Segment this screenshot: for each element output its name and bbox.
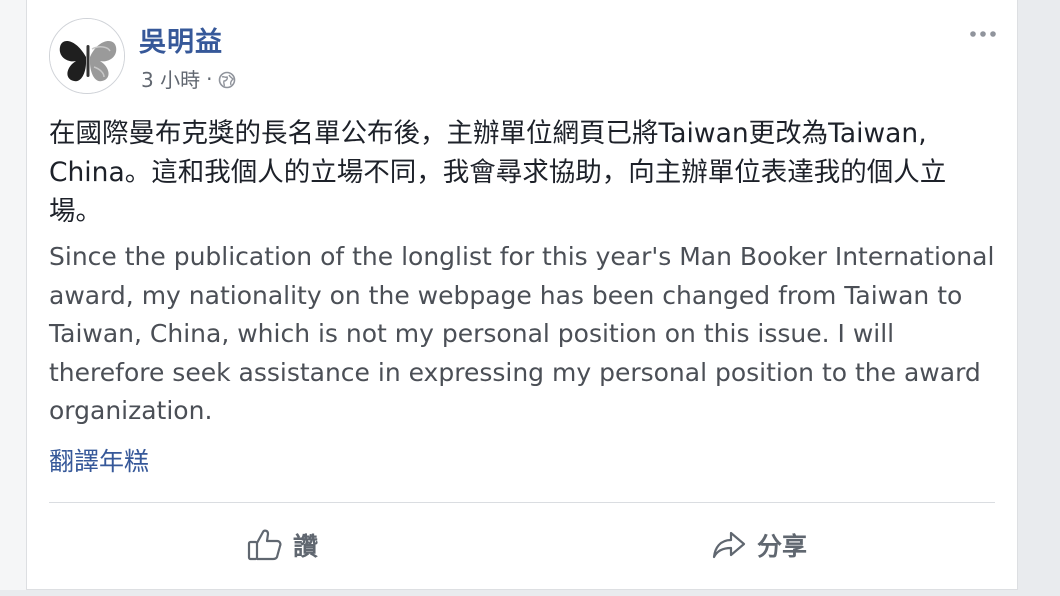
post-text-english: Since the publication of the longlist fo… — [49, 242, 995, 425]
share-button[interactable]: 分享 — [711, 520, 807, 570]
avatar[interactable] — [49, 18, 125, 94]
share-label: 分享 — [757, 532, 808, 561]
share-arrow-icon — [712, 531, 746, 559]
action-divider — [49, 502, 995, 503]
left-page-margin — [0, 0, 26, 596]
right-page-margin — [1018, 0, 1060, 596]
translate-link[interactable]: 翻譯年糕 — [49, 442, 149, 478]
like-button[interactable]: 讚 — [247, 520, 318, 570]
post-meta: 3 小時 · — [141, 64, 236, 93]
thumbs-up-icon — [247, 529, 282, 561]
post-card: 吳明益 3 小時 · 在國際曼布克獎的長名單公布後，主辦單位網頁已將Taiwan… — [26, 0, 1018, 590]
author-name[interactable]: 吳明益 — [139, 20, 223, 59]
post-timestamp[interactable]: 3 小時 — [141, 64, 200, 93]
butterfly-icon — [50, 19, 124, 93]
like-label: 讚 — [293, 532, 319, 561]
post-text-chinese: 在國際曼布克獎的長名單公布後，主辦單位網頁已將Taiwan更改為Taiwan, … — [49, 118, 947, 227]
bottom-page-margin — [0, 590, 1060, 596]
meta-separator: · — [206, 66, 213, 91]
more-options-icon[interactable] — [967, 20, 999, 48]
globe-icon[interactable] — [218, 70, 236, 88]
